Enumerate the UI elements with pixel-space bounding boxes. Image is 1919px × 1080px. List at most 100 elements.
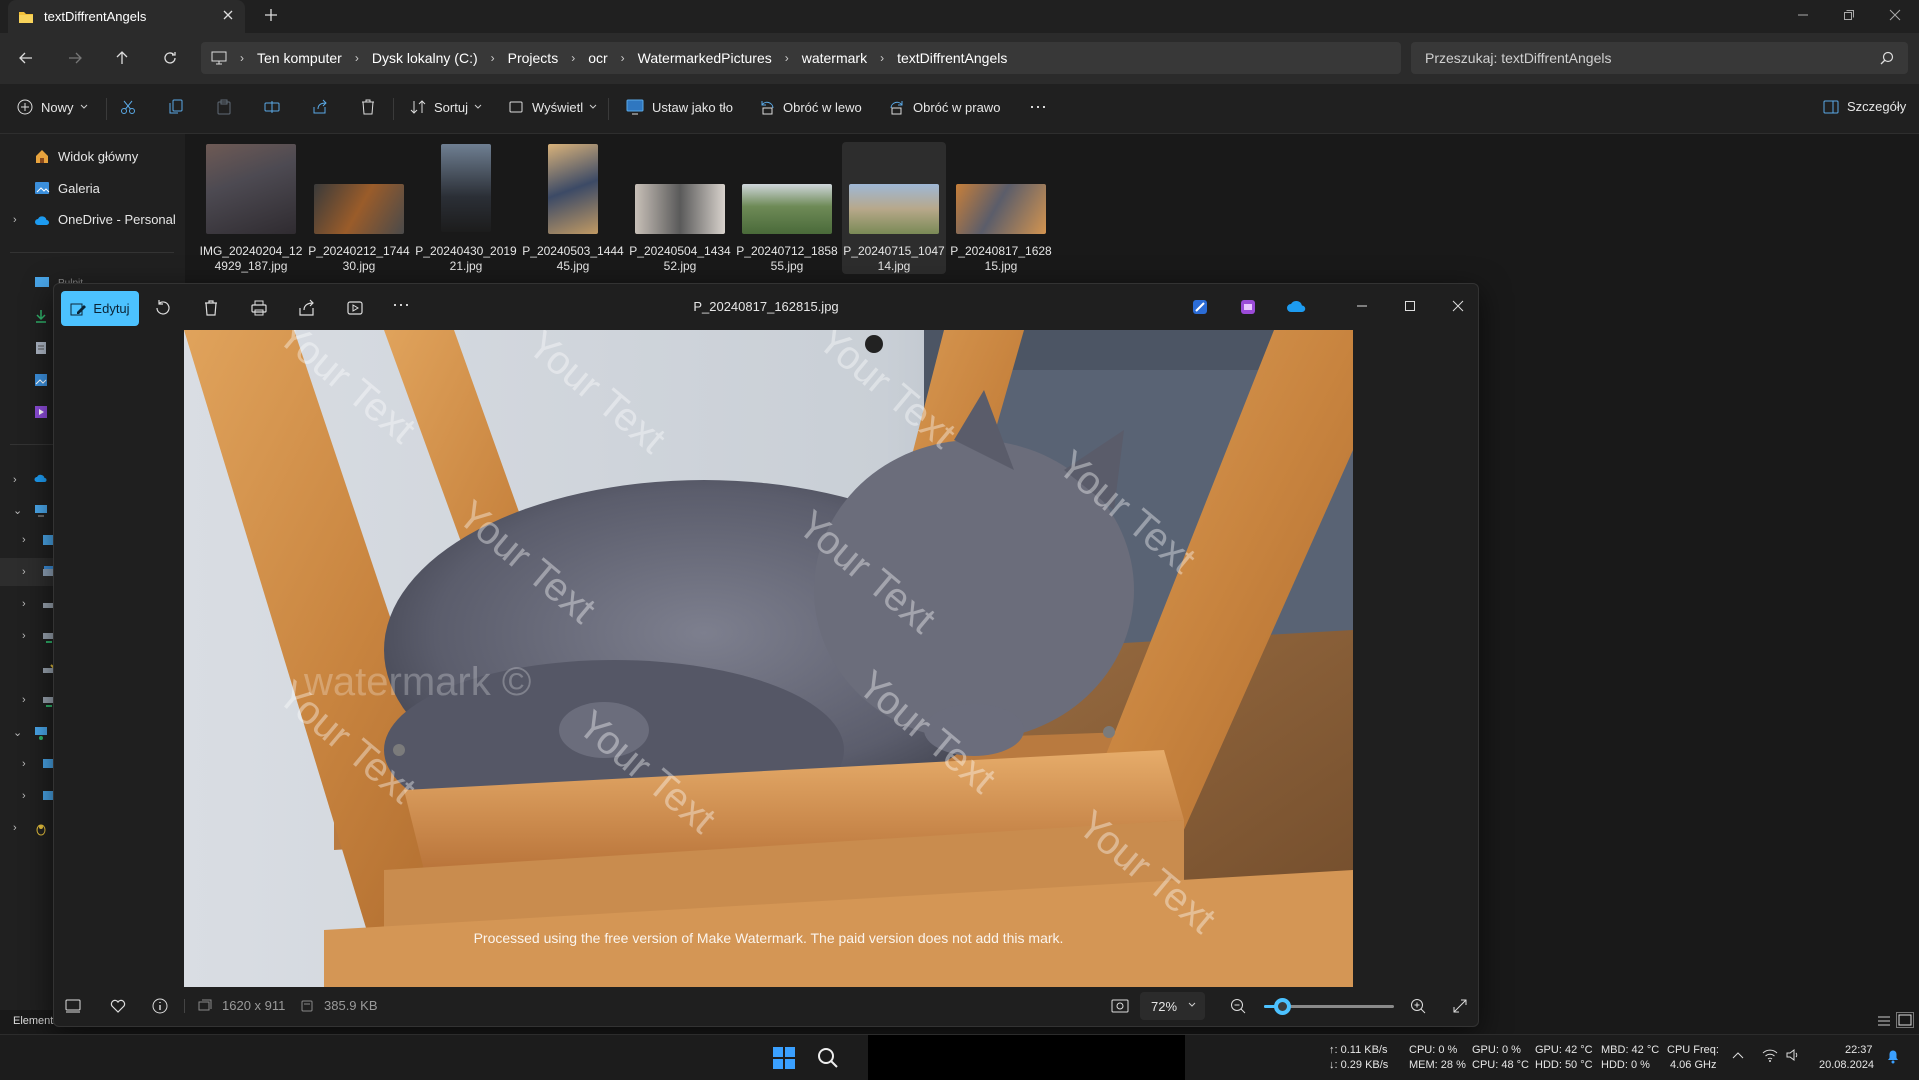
full-screen-icon[interactable] [1452,998,1468,1014]
close-tab-icon[interactable] [221,8,235,22]
chevron-right-icon[interactable]: › [13,214,17,226]
new-tab-icon[interactable] [262,6,280,24]
clipchamp-icon[interactable] [1240,299,1256,315]
address-bar[interactable]: › Ten komputer › Dysk lokalny (C:) › Pro… [201,42,1401,74]
file-item[interactable]: P_20240503_1444 45.jpg [521,144,625,274]
chevron-right-icon[interactable]: › [22,630,26,642]
delete-icon[interactable] [360,99,376,115]
file-item[interactable]: P_20240504_1434 52.jpg [628,144,732,274]
chevron-right-icon[interactable]: › [13,474,17,486]
wifi-icon[interactable] [1762,1048,1778,1062]
chevron-right-icon[interactable]: › [571,51,575,65]
chevron-down-icon[interactable]: ⌄ [13,726,22,739]
chevron-right-icon[interactable]: › [491,51,495,65]
chevron-right-icon[interactable]: › [22,790,26,802]
file-item[interactable]: IMG_20240204_12 4929_187.jpg [199,144,303,274]
windows-start-icon[interactable] [772,1046,796,1070]
breadcrumb-current-folder[interactable]: textDiffrentAngels [897,50,1007,66]
paste-icon[interactable] [216,99,232,115]
photo-canvas[interactable]: Your Text Your Text Your Text Your Text … [184,330,1353,987]
forward-arrow-icon[interactable] [67,50,83,66]
back-arrow-icon[interactable] [18,50,34,66]
notification-bell-icon[interactable] [1886,1048,1900,1064]
new-button[interactable]: Nowy [17,99,88,115]
details-button[interactable]: Szczegóły [1823,99,1906,114]
file-item-selected[interactable]: P_20240715_1047 14.jpg [842,142,946,274]
file-item[interactable]: P_20240817_1628 15.jpg [949,144,1053,274]
view-button[interactable]: Wyświetl [508,99,597,115]
favorite-heart-icon[interactable] [110,998,126,1014]
chevron-up-icon[interactable] [1732,1051,1744,1059]
chevron-right-icon[interactable]: › [355,51,359,65]
breadcrumb-this-pc[interactable]: Ten komputer [257,50,342,66]
breadcrumb-watermark[interactable]: watermark [802,50,867,66]
chevron-right-icon[interactable]: › [22,598,26,610]
file-item[interactable]: P_20240212_1744 30.jpg [307,144,411,274]
chevron-right-icon[interactable]: › [22,534,26,546]
breadcrumb-watermarked-pictures[interactable]: WatermarkedPictures [638,50,772,66]
rotate-right-button[interactable]: Obróć w prawo [889,99,1000,115]
designer-app-icon[interactable] [1192,299,1208,315]
breadcrumb-ocr[interactable]: ocr [588,50,607,66]
breadcrumb-drive[interactable]: Dysk lokalny (C:) [372,50,478,66]
chevron-right-icon[interactable]: › [240,51,244,65]
minimize-button[interactable] [1356,299,1368,313]
set-background-button[interactable]: Ustaw jako tło [626,99,733,115]
zoom-in-icon[interactable] [1410,998,1426,1014]
search-icon[interactable] [817,1047,839,1069]
cut-icon[interactable] [120,99,136,115]
file-item[interactable]: P_20240712_1858 55.jpg [735,144,839,274]
network-icon[interactable] [34,726,48,740]
rotate-left-button[interactable]: Obróć w lewo [759,99,862,115]
chevron-right-icon[interactable]: › [22,758,26,770]
clock-date[interactable]: 20.08.2024 [1819,1058,1874,1072]
documents-icon[interactable] [34,341,48,355]
chevron-right-icon[interactable]: › [785,51,789,65]
zoom-level-dropdown[interactable]: 72% [1140,992,1205,1020]
onedrive-cloud-icon[interactable] [34,472,48,486]
clock-time[interactable]: 22:37 [1845,1043,1873,1057]
chevron-right-icon[interactable]: › [22,566,26,578]
chevron-down-icon[interactable]: ⌄ [13,504,22,517]
search-input[interactable]: Przeszukaj: textDiffrentAngels [1411,42,1908,74]
refresh-icon[interactable] [162,50,178,66]
zoom-out-icon[interactable] [1230,998,1246,1014]
this-pc-icon[interactable] [34,504,48,518]
close-window-button[interactable] [1452,299,1464,313]
file-item[interactable]: P_20240430_2019 21.jpg [414,144,518,274]
downloads-icon[interactable] [34,309,48,323]
details-view-icon[interactable] [1876,1014,1892,1028]
sort-button[interactable]: Sortuj [410,99,482,115]
chevron-right-icon[interactable]: › [621,51,625,65]
linux-icon[interactable] [34,822,48,836]
more-options-icon[interactable]: ⋯ [1029,97,1047,118]
up-arrow-icon[interactable] [114,50,130,66]
rename-icon[interactable] [264,99,280,115]
videos-icon[interactable] [34,405,48,419]
tab-active[interactable]: textDiffrentAngels [8,0,245,33]
onedrive-cloud-icon[interactable] [1286,299,1306,313]
close-window-button[interactable] [1872,0,1918,30]
sidebar-item-gallery[interactable]: Galeria [34,180,100,196]
restore-button[interactable] [1826,0,1872,30]
speaker-icon[interactable] [1785,1048,1801,1062]
breadcrumb-projects[interactable]: Projects [508,50,559,66]
chevron-down-icon [1188,1002,1196,1008]
copy-icon[interactable] [168,99,184,115]
chevron-right-icon[interactable]: › [22,694,26,706]
zoom-slider-thumb[interactable] [1274,998,1292,1015]
sidebar-item-home[interactable]: Widok główny [34,148,138,164]
chevron-right-icon[interactable]: › [13,822,17,834]
share-icon[interactable] [312,99,328,115]
zoom-slider[interactable] [1264,998,1394,1015]
chevron-right-icon[interactable]: › [880,51,884,65]
large-icons-view-icon[interactable] [1896,1012,1914,1028]
pictures-icon[interactable] [34,373,48,387]
maximize-button[interactable] [1404,299,1416,313]
search-icon[interactable] [1880,51,1894,65]
fit-to-window-icon[interactable] [1111,998,1129,1014]
filmstrip-icon[interactable] [64,998,82,1014]
minimize-button[interactable] [1780,0,1826,30]
sidebar-item-onedrive[interactable]: OneDrive - Personal [34,212,176,227]
info-icon[interactable] [152,998,168,1014]
